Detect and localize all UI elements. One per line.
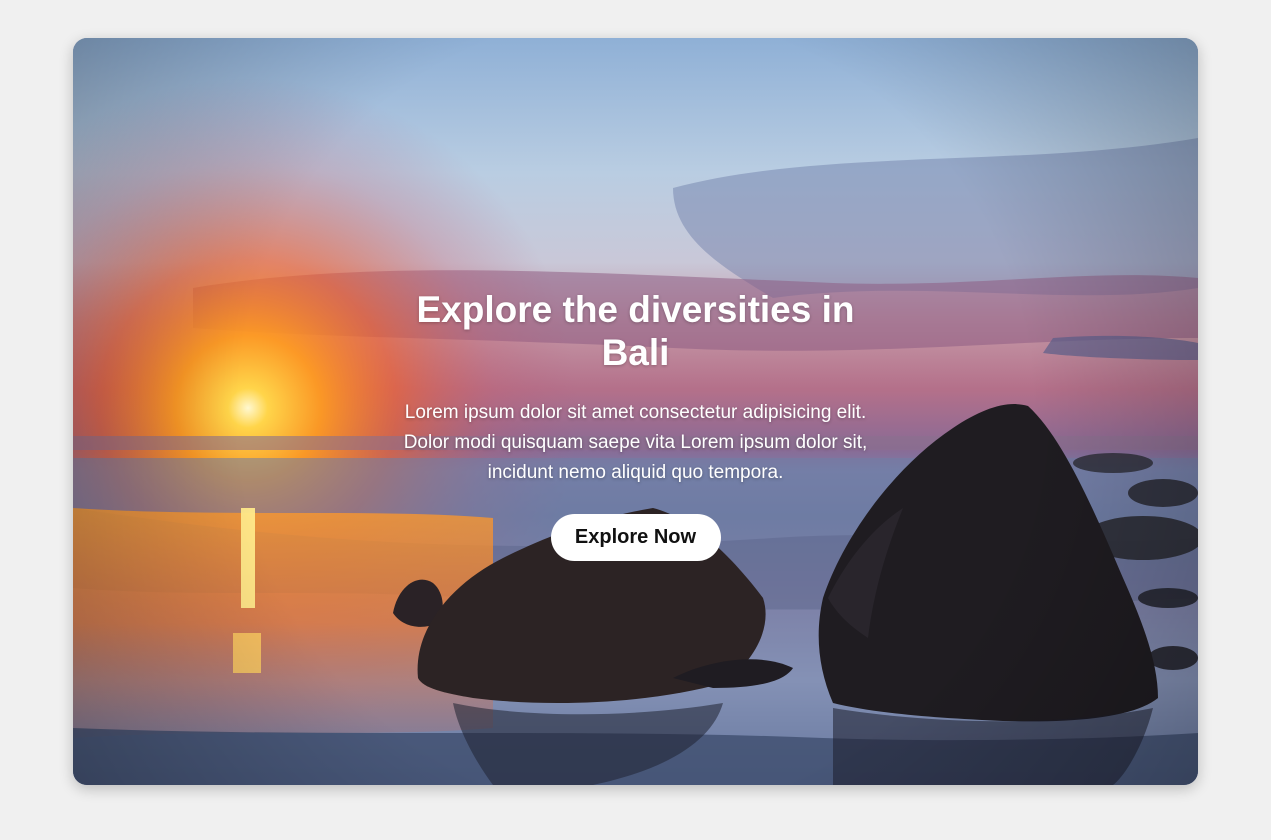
explore-now-button[interactable]: Explore Now (550, 514, 721, 561)
hero-card: Explore the diversities in Bali Lorem ip… (73, 38, 1198, 785)
hero-content: Explore the diversities in Bali Lorem ip… (373, 288, 898, 561)
hero-title: Explore the diversities in Bali (416, 289, 855, 373)
hero-description: Lorem ipsum dolor sit amet consectetur a… (403, 402, 868, 483)
